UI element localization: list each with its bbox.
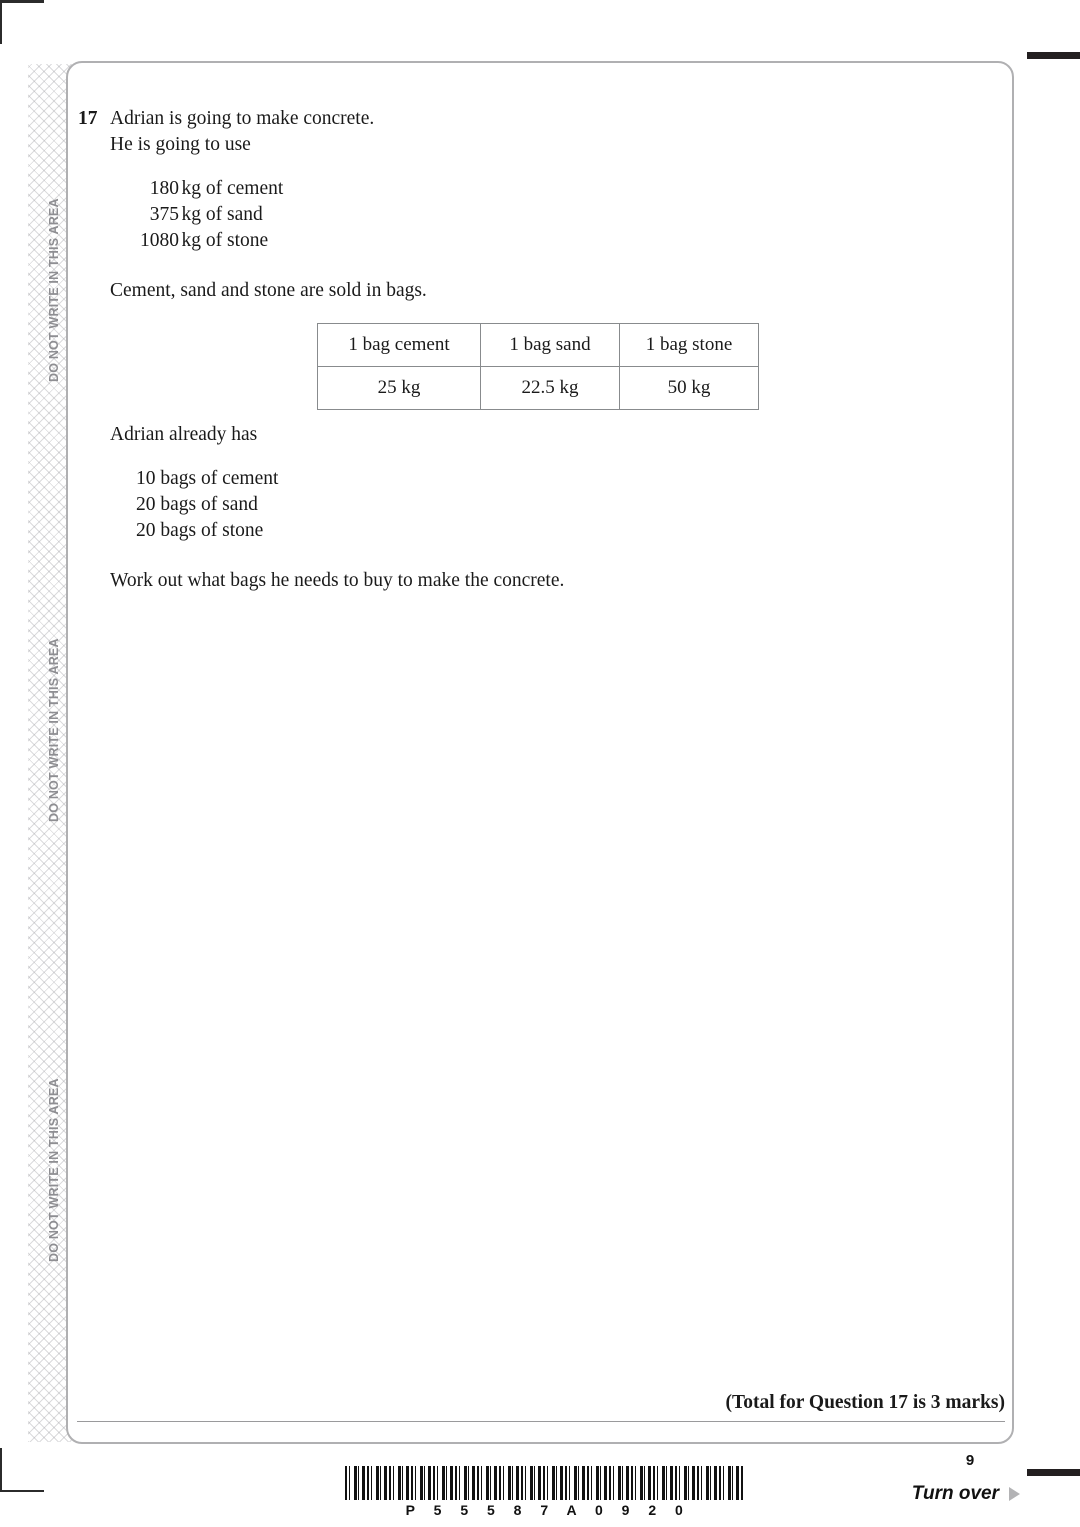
quantity-unit-stone: kg of stone [181,229,269,251]
total-marks-text: (Total for Question 17 is 3 marks) [725,1392,1005,1413]
sold-in-bags-text: Cement, sand and stone are sold in bags. [110,279,427,301]
question-block: 17 Adrian is going to make concrete. He … [78,106,978,304]
quantity-row-stone: 1080 kg of stone [140,228,283,254]
owned-bags-sand: 20 bags of sand [136,493,258,515]
table-row-headers: 1 bag cement 1 bag sand 1 bag stone [317,323,759,367]
table-value-stone: 50 kg [619,365,759,410]
quantity-list: 180 kg of cement 375 kg of sand 1080 kg … [140,176,283,254]
triangle-right-icon [1009,1487,1020,1501]
quantity-amount-sand: 375 [149,203,179,225]
registration-bar-bottom-right [1027,1469,1080,1476]
quantity-amount-cement: 180 [149,177,179,199]
question-number: 17 [78,108,98,129]
table-header-sand: 1 bag sand [480,323,620,367]
quantity-amount-stone: 1080 [140,229,179,251]
turn-over-label: Turn over [911,1483,999,1504]
crop-mark-bottom-left [0,1448,44,1492]
question-intro-line-2: He is going to use [110,133,251,155]
question-lower-header: Adrian already has 10 bags of cement 20 … [78,422,978,594]
owned-bags-stone: 20 bags of stone [136,519,264,541]
question-instruction: Work out what bags he needs to buy to ma… [110,569,565,591]
quantity-unit-sand: kg of sand [181,203,263,225]
already-has-text: Adrian already has [110,424,258,445]
page-number: 9 [965,1452,975,1469]
barcode-bars [345,1466,745,1500]
question-body: Adrian is going to make concrete. He is … [110,106,978,304]
bag-weight-table: 1 bag cement 1 bag sand 1 bag stone 25 k… [317,323,759,410]
owned-bags-list: 10 bags of cement 20 bags of sand 20 bag… [136,466,978,544]
table-header-cement: 1 bag cement [317,323,481,367]
barcode-text: P 5 5 5 8 7 A 0 9 2 0 [405,1502,691,1518]
table-value-cement: 25 kg [317,365,481,410]
question-header: 17 Adrian is going to make concrete. He … [78,106,978,304]
barcode: P 5 5 5 8 7 A 0 9 2 0 [345,1466,745,1518]
quantity-row-cement: 180 kg of cement [140,176,284,202]
turn-over-indicator: Turn over [860,1483,1020,1505]
crop-mark-top-left [0,0,44,44]
question-intro-line-1: Adrian is going to make concrete. [110,108,375,129]
quantity-row-sand: 375 kg of sand [140,202,283,228]
table-value-sand: 22.5 kg [480,365,620,410]
registration-bar-top-right [1027,52,1080,59]
marks-divider-rule [77,1421,1005,1422]
table-row-values: 25 kg 22.5 kg 50 kg [317,365,759,410]
owned-bags-cement: 10 bags of cement [136,467,279,489]
question-lower-block: Adrian already has 10 bags of cement 20 … [78,422,978,594]
table-header-stone: 1 bag stone [619,323,759,367]
question-lower-body: Adrian already has 10 bags of cement 20 … [110,422,978,594]
quantity-unit-cement: kg of cement [181,177,284,199]
